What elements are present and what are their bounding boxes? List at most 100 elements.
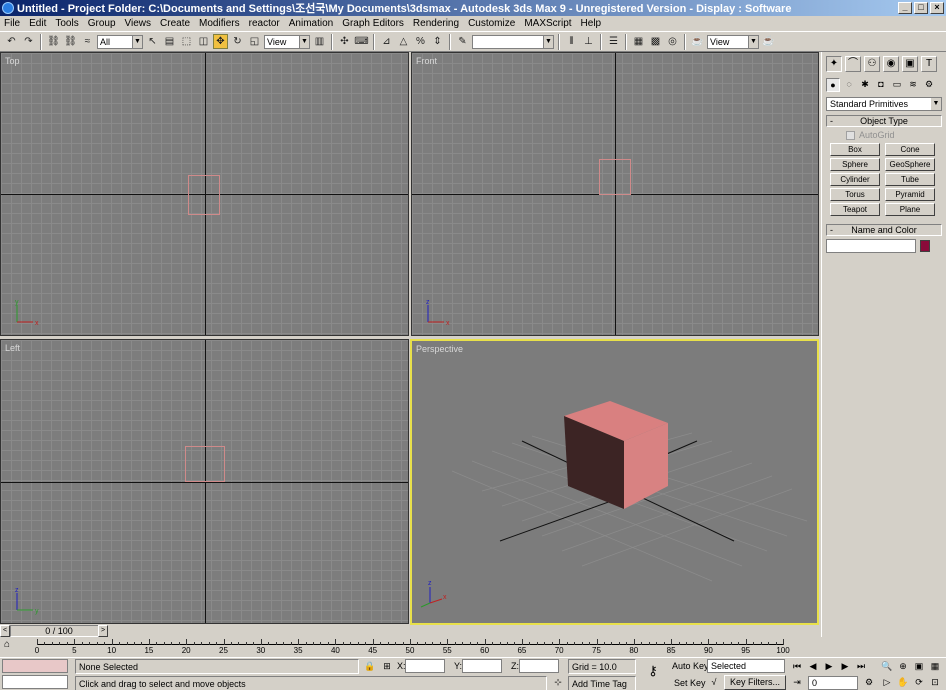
space-warps-icon[interactable]: ≋ xyxy=(906,78,920,92)
named-selection-dropdown[interactable]: ▼ xyxy=(472,34,554,49)
lights-icon[interactable]: ✱ xyxy=(858,78,872,92)
absolute-mode-icon[interactable]: ⊞ xyxy=(380,660,394,673)
cylinder-button[interactable]: Cylinder xyxy=(830,173,880,186)
key-filters-button[interactable]: Key Filters... xyxy=(724,675,786,690)
arc-rotate-icon[interactable]: ⟳ xyxy=(912,676,926,689)
plane-button[interactable]: Plane xyxy=(885,203,935,216)
hierarchy-tab-icon[interactable]: ⚇ xyxy=(864,56,880,72)
maxscript-listener-field[interactable] xyxy=(2,659,68,673)
scale-icon[interactable]: ◱ xyxy=(247,34,262,49)
primitive-category-dropdown[interactable]: Standard Primitives ▼ xyxy=(826,97,942,111)
menu-reactor[interactable]: reactor xyxy=(249,18,280,29)
viewport-perspective[interactable]: Perspective z x xyxy=(410,339,819,625)
close-button[interactable]: × xyxy=(930,2,944,14)
quick-render-icon[interactable]: ☕ xyxy=(761,34,776,49)
pyramid-button[interactable]: Pyramid xyxy=(885,188,935,201)
cone-button[interactable]: Cone xyxy=(885,143,935,156)
viewport-label[interactable]: Front xyxy=(416,56,437,66)
redo-icon[interactable]: ↷ xyxy=(21,34,36,49)
render-type-dropdown[interactable]: View ▼ xyxy=(707,34,759,49)
create-tab-icon[interactable]: ✦ xyxy=(826,56,842,72)
menu-customize[interactable]: Customize xyxy=(468,18,515,29)
snap-toggle-icon[interactable]: ⊿ xyxy=(379,34,394,49)
key-mode-toggle-icon[interactable]: ⇥ xyxy=(790,676,804,689)
menu-animation[interactable]: Animation xyxy=(289,18,333,29)
z-coord-field[interactable] xyxy=(519,659,559,673)
systems-icon[interactable]: ⚙ xyxy=(922,78,936,92)
ref-coord-dropdown[interactable]: View ▼ xyxy=(264,34,310,49)
sphere-button[interactable]: Sphere xyxy=(830,158,880,171)
undo-icon[interactable]: ↶ xyxy=(4,34,19,49)
menu-edit[interactable]: Edit xyxy=(29,18,46,29)
goto-start-icon[interactable]: ⏮ xyxy=(790,660,804,673)
object-color-swatch[interactable] xyxy=(920,240,930,252)
display-tab-icon[interactable]: ▣ xyxy=(902,56,918,72)
field-of-view-icon[interactable]: ▷ xyxy=(880,676,894,689)
box-object-outline[interactable] xyxy=(188,175,220,215)
menu-graph-editors[interactable]: Graph Editors xyxy=(342,18,404,29)
zoom-extents-all-icon[interactable]: ▦ xyxy=(928,660,942,673)
teapot-button[interactable]: Teapot xyxy=(830,203,880,216)
select-by-name-icon[interactable]: ▤ xyxy=(162,34,177,49)
name-color-rollout-header[interactable]: - Name and Color xyxy=(826,224,942,236)
rotate-icon[interactable]: ↻ xyxy=(230,34,245,49)
menu-create[interactable]: Create xyxy=(160,18,190,29)
menu-file[interactable]: File xyxy=(4,18,20,29)
tube-button[interactable]: Tube xyxy=(885,173,935,186)
viewport-label[interactable]: Top xyxy=(5,56,20,66)
angle-snap-icon[interactable]: △ xyxy=(396,34,411,49)
autogrid-checkbox[interactable]: AutoGrid xyxy=(846,129,946,141)
spinner-snap-icon[interactable]: ⇕ xyxy=(430,34,445,49)
auto-key-button[interactable]: Auto Key xyxy=(672,659,709,673)
schematic-view-icon[interactable]: ▩ xyxy=(648,34,663,49)
time-config-icon[interactable]: ⚙ xyxy=(862,676,876,689)
next-frame-icon[interactable]: ▶ xyxy=(838,660,852,673)
add-time-tag-button[interactable]: Add Time Tag xyxy=(568,676,636,690)
selection-filter-dropdown[interactable]: All ▼ xyxy=(97,34,143,49)
move-icon[interactable]: ✥ xyxy=(213,34,228,49)
menu-tools[interactable]: Tools xyxy=(55,18,78,29)
menu-modifiers[interactable]: Modifiers xyxy=(199,18,240,29)
maxscript-mini-listener[interactable] xyxy=(2,675,68,689)
menu-group[interactable]: Group xyxy=(88,18,116,29)
goto-end-icon[interactable]: ⏭ xyxy=(854,660,868,673)
layer-manager-icon[interactable]: ☰ xyxy=(606,34,621,49)
time-tag-icon[interactable]: ⊹ xyxy=(551,676,565,689)
link-icon[interactable]: ⛓ xyxy=(46,34,61,49)
manipulate-icon[interactable]: ✣ xyxy=(337,34,352,49)
track-view-icon[interactable]: ⌂ xyxy=(4,639,10,650)
box-object-outline[interactable] xyxy=(599,159,631,195)
viewport-top[interactable]: Top y x xyxy=(0,52,409,336)
pan-icon[interactable]: ✋ xyxy=(896,676,910,689)
time-slider[interactable]: 0 / 100 xyxy=(10,624,108,637)
box-object-outline[interactable] xyxy=(185,446,225,482)
menu-maxscript[interactable]: MAXScript xyxy=(524,18,571,29)
modify-tab-icon[interactable]: ⌒ xyxy=(845,56,861,72)
viewport-front[interactable]: Front z x xyxy=(411,52,819,336)
motion-tab-icon[interactable]: ◉ xyxy=(883,56,899,72)
box-button[interactable]: Box xyxy=(830,143,880,156)
keyboard-shortcut-icon[interactable]: ⌨ xyxy=(354,34,369,49)
key-mode-dropdown[interactable]: Selected xyxy=(707,659,785,673)
geometry-icon[interactable]: ● xyxy=(826,78,840,92)
menu-views[interactable]: Views xyxy=(125,18,152,29)
geosphere-button[interactable]: GeoSphere xyxy=(885,158,935,171)
maximize-button[interactable]: □ xyxy=(914,2,928,14)
x-coord-field[interactable] xyxy=(405,659,445,673)
align-icon[interactable]: ⊥ xyxy=(581,34,596,49)
object-name-field[interactable] xyxy=(826,239,916,253)
zoom-all-icon[interactable]: ⊕ xyxy=(896,660,910,673)
set-key-button[interactable]: Set Key xyxy=(674,676,706,690)
bind-space-warp-icon[interactable]: ≈ xyxy=(80,34,95,49)
cameras-icon[interactable]: ◘ xyxy=(874,78,888,92)
key-icon[interactable]: ⚷ xyxy=(643,664,663,678)
viewport-label[interactable]: Left xyxy=(5,343,20,353)
prev-frame-icon[interactable]: ◀ xyxy=(806,660,820,673)
pivot-center-icon[interactable]: ▥ xyxy=(312,34,327,49)
menu-rendering[interactable]: Rendering xyxy=(413,18,459,29)
render-scene-icon[interactable]: ☕ xyxy=(690,34,705,49)
window-crossing-icon[interactable]: ◫ xyxy=(196,34,211,49)
time-prev-icon[interactable]: < xyxy=(0,624,10,637)
helpers-icon[interactable]: ▭ xyxy=(890,78,904,92)
time-next-icon[interactable]: > xyxy=(98,624,108,637)
